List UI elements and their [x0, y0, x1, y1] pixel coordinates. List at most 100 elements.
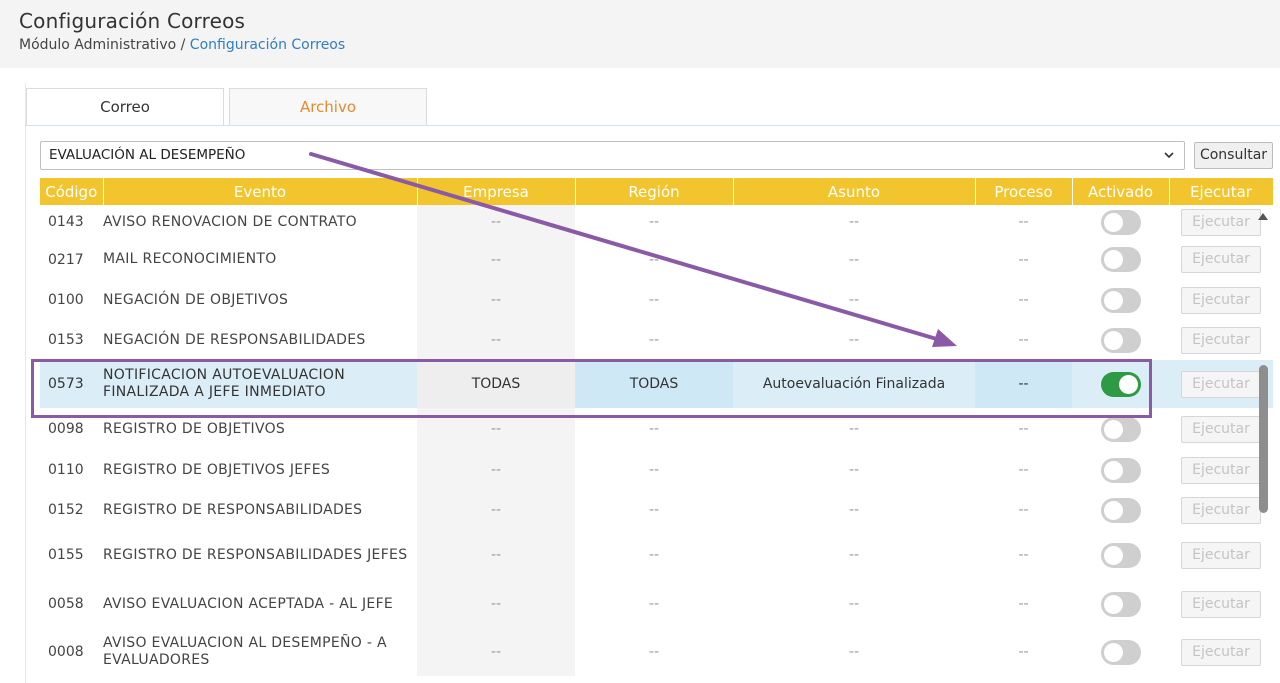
- cell-region: --: [648, 332, 660, 348]
- cell-region: --: [648, 547, 660, 563]
- table-row[interactable]: 0100 NEGACIÓN DE OBJETIVOS -- -- -- -- E…: [40, 280, 1273, 320]
- ejecutar-button[interactable]: Ejecutar: [1181, 638, 1261, 666]
- table-row[interactable]: 0143 AVISO RENOVACION DE CONTRATO -- -- …: [40, 205, 1273, 239]
- cell-empresa: --: [417, 580, 575, 628]
- cell-code: 0143: [48, 214, 84, 230]
- ejecutar-button[interactable]: Ejecutar: [1181, 541, 1261, 569]
- cell-event: MAIL RECONOCIMIENTO: [103, 251, 277, 267]
- cell-ejecutar: Ejecutar: [1169, 450, 1273, 490]
- cell-asunto: --: [848, 251, 860, 268]
- table-row[interactable]: 0008 AVISO EVALUACION AL DESEMPEÑO - A E…: [40, 628, 1273, 676]
- table-row[interactable]: 0110 REGISTRO DE OBJETIVOS JEFES -- -- -…: [40, 450, 1273, 490]
- cell-region: --: [648, 214, 660, 230]
- breadcrumb-current[interactable]: Configuración Correos: [190, 37, 345, 53]
- cell-ejecutar: Ejecutar: [1169, 205, 1273, 239]
- cell-event: REGISTRO DE RESPONSABILIDADES: [103, 501, 363, 518]
- tabs-divider: [25, 125, 1280, 126]
- cell-empresa: --: [417, 628, 575, 676]
- cell-activado: [1072, 628, 1169, 676]
- tab-archivo[interactable]: Archivo: [229, 88, 427, 125]
- activado-toggle[interactable]: [1100, 327, 1141, 353]
- cell-empresa: --: [417, 530, 575, 580]
- scroll-up-arrow-icon[interactable]: [1258, 213, 1268, 220]
- activado-toggle[interactable]: [1100, 639, 1141, 665]
- cell-activado: [1072, 580, 1169, 628]
- activado-toggle[interactable]: [1100, 416, 1141, 442]
- ejecutar-button[interactable]: Ejecutar: [1181, 415, 1261, 443]
- cell-ejecutar: Ejecutar: [1169, 490, 1273, 530]
- cell-code: 0100: [48, 292, 84, 308]
- cell-activado: [1072, 239, 1169, 280]
- cell-ejecutar: Ejecutar: [1169, 320, 1273, 360]
- event-group-select[interactable]: EVALUACIÓN AL DESEMPEÑO: [40, 141, 1185, 170]
- cell-asunto: --: [848, 292, 860, 308]
- cell-empresa: --: [417, 450, 575, 490]
- tab-correo[interactable]: Correo: [26, 88, 224, 125]
- cell-proceso: --: [1018, 644, 1029, 660]
- column-header-activado[interactable]: Activado: [1072, 178, 1170, 205]
- cell-event: AVISO EVALUACION AL DESEMPEÑO - A EVALUA…: [103, 635, 387, 668]
- column-header-asunto[interactable]: Asunto: [733, 178, 976, 205]
- table-row[interactable]: 0152 REGISTRO DE RESPONSABILIDADES -- --…: [40, 490, 1273, 530]
- table-row[interactable]: 0153 NEGACIÓN DE RESPONSABILIDADES -- --…: [40, 320, 1273, 360]
- column-header-ejecutar[interactable]: Ejecutar: [1169, 178, 1274, 205]
- activado-toggle[interactable]: [1100, 591, 1141, 617]
- cell-proceso: --: [1018, 332, 1029, 348]
- cell-code: 0008: [48, 644, 84, 660]
- cell-asunto: --: [848, 502, 860, 518]
- column-header-proceso[interactable]: Proceso: [975, 178, 1073, 205]
- cell-ejecutar: Ejecutar: [1169, 580, 1273, 628]
- cell-region: --: [648, 462, 660, 478]
- breadcrumb-separator: /: [176, 37, 190, 53]
- cell-region: --: [648, 502, 660, 518]
- activado-toggle[interactable]: [1100, 247, 1141, 272]
- cell-activado: [1072, 205, 1169, 239]
- cell-ejecutar: Ejecutar: [1169, 530, 1273, 580]
- highlight-annotation-box: [31, 359, 1152, 418]
- table-row[interactable]: 0058 AVISO EVALUACION ACEPTADA - AL JEFE…: [40, 580, 1273, 628]
- cell-empresa: --: [417, 239, 575, 280]
- table-row[interactable]: 0155 REGISTRO DE RESPONSABILIDADES JEFES…: [40, 530, 1273, 580]
- column-header-codigo[interactable]: Código: [40, 178, 104, 205]
- column-header-evento[interactable]: Evento: [103, 178, 418, 205]
- ejecutar-button[interactable]: Ejecutar: [1181, 208, 1261, 236]
- cell-code: 0152: [48, 502, 84, 518]
- ejecutar-button[interactable]: Ejecutar: [1181, 286, 1261, 314]
- cell-event: REGISTRO DE RESPONSABILIDADES JEFES: [103, 546, 408, 563]
- ejecutar-button[interactable]: Ejecutar: [1181, 326, 1261, 354]
- cell-activado: [1072, 280, 1169, 320]
- ejecutar-button[interactable]: Ejecutar: [1181, 456, 1261, 484]
- cell-proceso: --: [1018, 596, 1029, 612]
- table-row[interactable]: 0217 MAIL RECONOCIMIENTO -- -- -- -- Eje…: [40, 239, 1273, 280]
- activado-toggle[interactable]: [1100, 542, 1141, 568]
- activado-toggle[interactable]: [1100, 497, 1141, 523]
- ejecutar-button[interactable]: Ejecutar: [1181, 246, 1261, 273]
- column-header-empresa[interactable]: Empresa: [417, 178, 576, 205]
- cell-region: --: [648, 596, 660, 612]
- email-events-table: Código Evento Empresa Región Asunto Proc…: [40, 178, 1274, 676]
- cell-event: AVISO EVALUACION ACEPTADA - AL JEFE: [103, 595, 394, 612]
- cell-proceso: --: [1018, 214, 1029, 230]
- cell-event: NEGACIÓN DE OBJETIVOS: [103, 291, 289, 308]
- activado-toggle[interactable]: [1100, 457, 1141, 483]
- cell-code: 0217: [48, 251, 84, 268]
- ejecutar-button[interactable]: Ejecutar: [1181, 370, 1261, 398]
- consultar-button[interactable]: Consultar: [1194, 142, 1273, 169]
- activado-toggle[interactable]: [1100, 287, 1141, 313]
- cell-ejecutar: Ejecutar: [1169, 239, 1273, 280]
- column-header-region[interactable]: Región: [575, 178, 734, 205]
- cell-code: 0110: [48, 462, 84, 478]
- page-title: Configuración Correos: [19, 9, 246, 33]
- cell-ejecutar: Ejecutar: [1169, 408, 1273, 450]
- table-header-row: Código Evento Empresa Región Asunto Proc…: [40, 178, 1274, 205]
- ejecutar-button[interactable]: Ejecutar: [1181, 590, 1261, 618]
- ejecutar-button[interactable]: Ejecutar: [1181, 496, 1261, 524]
- activado-toggle[interactable]: [1100, 209, 1141, 235]
- cell-activado: [1072, 450, 1169, 490]
- breadcrumb-root[interactable]: Módulo Administrativo: [19, 37, 176, 53]
- cell-activado: [1072, 490, 1169, 530]
- cell-code: 0155: [48, 547, 84, 563]
- cell-ejecutar: Ejecutar: [1169, 280, 1273, 320]
- cell-code: 0058: [48, 596, 84, 612]
- scrollbar-thumb[interactable]: [1259, 365, 1268, 513]
